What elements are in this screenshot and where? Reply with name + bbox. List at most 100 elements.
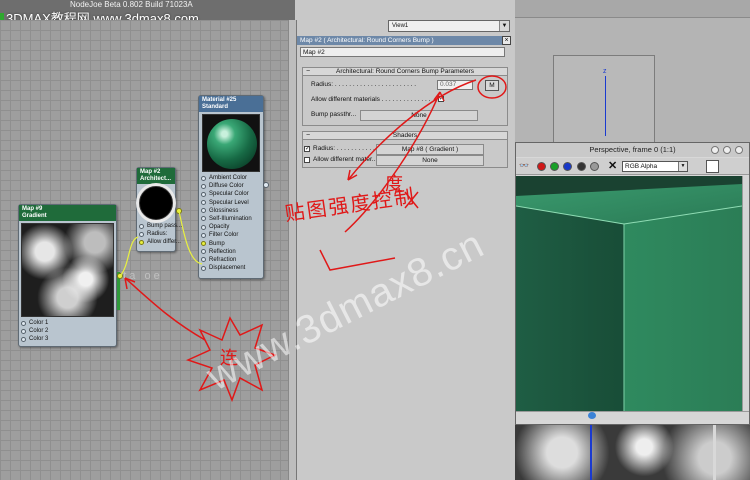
input-port[interactable] bbox=[201, 191, 206, 197]
input-port[interactable] bbox=[201, 249, 206, 255]
annotation-note-degree: 度 bbox=[385, 174, 403, 195]
input-port[interactable] bbox=[139, 231, 144, 237]
map-button[interactable]: M bbox=[485, 80, 499, 91]
allow-different-label: Allow different materials . . . . . . . … bbox=[311, 96, 431, 103]
red-channel-icon[interactable] bbox=[537, 162, 546, 171]
radius-label: Radius: . . . . . . . . . . . . . . . . … bbox=[311, 81, 417, 88]
clear-icon[interactable]: ✕ bbox=[608, 159, 617, 172]
render-vertical-scrollbar[interactable] bbox=[742, 176, 749, 411]
panel-title: Map #2 ( Architectural: Round Corners Bu… bbox=[297, 36, 503, 45]
allow-map-button[interactable]: None bbox=[376, 155, 484, 166]
node-canvas[interactable]: beta oe Map #9 Gradient Color 1 Color 2 … bbox=[0, 20, 288, 480]
node-header[interactable]: Map #2 Architect... bbox=[137, 168, 175, 184]
input-port[interactable] bbox=[201, 232, 206, 238]
slot-ambient-color[interactable]: Ambient Color bbox=[199, 174, 263, 182]
output-port[interactable] bbox=[117, 273, 123, 279]
input-port[interactable] bbox=[201, 265, 206, 271]
slot-color-2[interactable]: Color 2 bbox=[19, 327, 116, 335]
slot-filter-color[interactable]: Filter Color bbox=[199, 231, 263, 239]
bottom-viewport[interactable] bbox=[515, 425, 750, 480]
radius-map-checkbox[interactable]: ✓ bbox=[304, 146, 310, 152]
close-icon[interactable]: × bbox=[502, 36, 511, 45]
map-name-field[interactable]: Map #2 bbox=[300, 47, 505, 57]
input-port[interactable] bbox=[139, 223, 144, 229]
collapse-icon[interactable]: − bbox=[306, 68, 310, 76]
node-header[interactable]: Map #9 Gradient bbox=[19, 205, 116, 221]
slot-refraction[interactable]: Refraction bbox=[199, 256, 263, 264]
viewport-strip bbox=[515, 0, 750, 18]
slot-opacity[interactable]: Opacity bbox=[199, 223, 263, 231]
input-port[interactable] bbox=[201, 183, 206, 189]
alpha-channel-icon[interactable] bbox=[590, 162, 599, 171]
chevron-down-icon[interactable]: ▼ bbox=[678, 162, 687, 171]
input-port[interactable] bbox=[201, 224, 206, 230]
material-preview bbox=[202, 114, 260, 172]
allow-different-checkbox[interactable]: ✓ bbox=[438, 96, 444, 102]
params-rollout-header[interactable]: − Architectural: Round Corners Bump Para… bbox=[302, 67, 508, 76]
view-select[interactable]: View1 ▼ bbox=[388, 20, 510, 32]
material-node[interactable]: Material #25 Standard Ambient Color Diff… bbox=[198, 95, 264, 279]
input-port[interactable] bbox=[21, 328, 26, 334]
gradient-preview bbox=[21, 223, 114, 317]
chevron-down-icon[interactable]: ▼ bbox=[499, 21, 509, 31]
slot-self-illumination[interactable]: Self-Illumination bbox=[199, 215, 263, 223]
slot-allow-different[interactable]: Allow differ... bbox=[137, 238, 181, 246]
allow-different-shader-checkbox[interactable] bbox=[304, 157, 310, 163]
render-horizontal-scrollbar[interactable] bbox=[516, 411, 749, 420]
top-viewport[interactable]: z bbox=[515, 0, 750, 148]
green-channel-icon[interactable] bbox=[550, 162, 559, 171]
slot-color-3[interactable]: Color 3 bbox=[19, 335, 116, 343]
channel-select[interactable]: RGB Alpha ▼ bbox=[622, 161, 688, 172]
node-header[interactable]: Material #25 Standard bbox=[199, 96, 263, 112]
node-type: Architect... bbox=[140, 176, 172, 182]
input-port[interactable] bbox=[21, 336, 26, 342]
input-port[interactable] bbox=[21, 320, 26, 326]
slot-color-1[interactable]: Color 1 bbox=[19, 319, 116, 327]
mono-channel-icon[interactable] bbox=[577, 162, 586, 171]
input-port[interactable] bbox=[201, 200, 206, 206]
slot-bump[interactable]: Bump bbox=[199, 240, 263, 248]
bump-passthru-map-button[interactable]: None bbox=[360, 110, 478, 121]
scroll-thumb[interactable] bbox=[588, 412, 596, 419]
axis-line bbox=[605, 76, 606, 136]
slot-specular-color[interactable]: Specular Color bbox=[199, 190, 263, 198]
slot-bump-pass[interactable]: Bump pass... bbox=[137, 222, 182, 230]
color-swatch[interactable] bbox=[706, 160, 719, 173]
canvas-scrollbar[interactable] bbox=[288, 20, 296, 480]
round-corners-node[interactable]: Map #2 Architect... Bump pass... Radius:… bbox=[136, 167, 182, 252]
rcb-preview bbox=[139, 186, 173, 220]
gradient-node[interactable]: Map #9 Gradient Color 1 Color 2 Color 3 bbox=[18, 204, 117, 347]
node-title: Map #9 bbox=[22, 206, 43, 212]
shader-allow-label: Allow different mater... bbox=[313, 156, 378, 163]
close-window-icon[interactable] bbox=[735, 146, 743, 154]
maximize-icon[interactable] bbox=[723, 146, 731, 154]
slot-displacement[interactable]: Displacement bbox=[199, 264, 263, 272]
shaders-rollout-header[interactable]: − Shaders bbox=[302, 131, 508, 140]
input-port[interactable] bbox=[201, 257, 206, 263]
input-port[interactable] bbox=[201, 216, 206, 222]
slot-radius[interactable]: Radius: bbox=[137, 230, 175, 238]
viewport-separator bbox=[590, 425, 592, 480]
node-title: Material #25 bbox=[202, 97, 237, 103]
blue-channel-icon[interactable] bbox=[563, 162, 572, 171]
radius-map-button[interactable]: Map #8 ( Gradient ) bbox=[376, 144, 484, 155]
collapse-icon[interactable]: − bbox=[306, 132, 310, 140]
material-sphere bbox=[207, 119, 257, 169]
slot-reflection[interactable]: Reflection bbox=[199, 248, 263, 256]
slot-glossiness[interactable]: Glossiness bbox=[199, 207, 263, 215]
output-port[interactable] bbox=[263, 182, 269, 188]
radius-spinner[interactable]: 0.037 bbox=[437, 80, 473, 90]
minimize-icon[interactable] bbox=[711, 146, 719, 154]
input-port[interactable] bbox=[201, 175, 206, 181]
node-title: Map #2 bbox=[140, 169, 161, 175]
input-port[interactable] bbox=[139, 239, 144, 245]
status-marker bbox=[0, 13, 4, 20]
slot-specular-level[interactable]: Specular Level bbox=[199, 199, 263, 207]
binoculars-icon[interactable]: 👓 bbox=[519, 161, 529, 170]
axis-label: z bbox=[603, 68, 607, 75]
input-port[interactable] bbox=[201, 208, 206, 214]
slot-diffuse-color[interactable]: Diffuse Color bbox=[199, 182, 263, 190]
output-port[interactable] bbox=[176, 208, 182, 214]
node-type: Gradient bbox=[22, 213, 47, 219]
input-port[interactable] bbox=[201, 241, 206, 246]
